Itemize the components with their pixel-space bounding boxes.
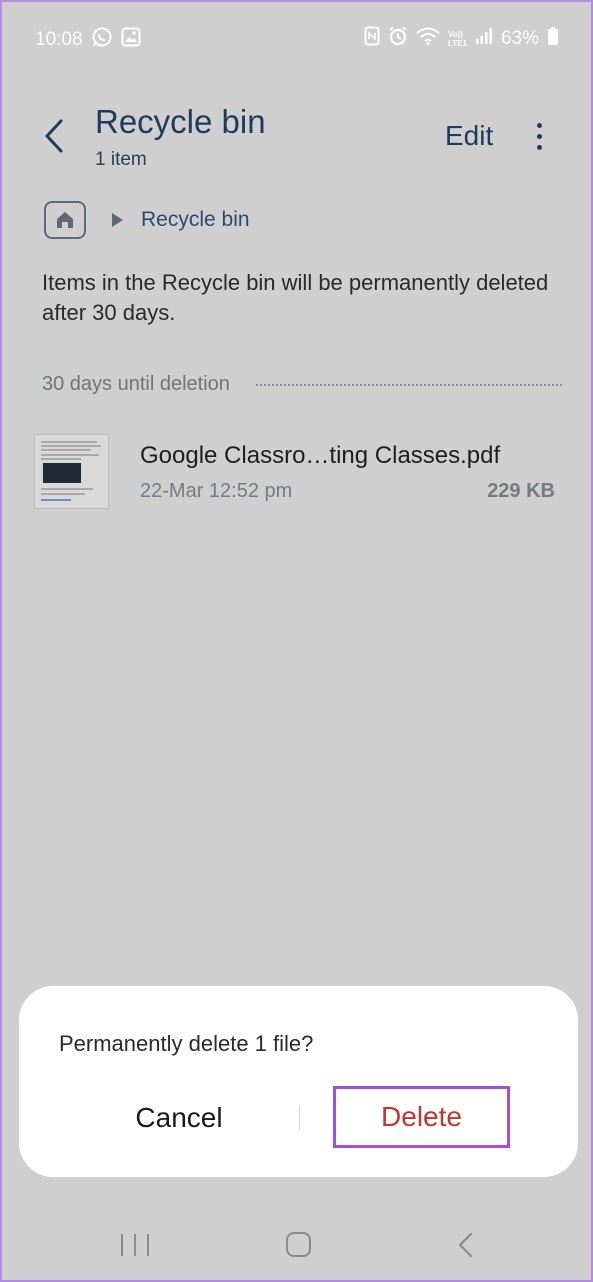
whatsapp-icon (91, 26, 113, 54)
page-title: Recycle bin (95, 103, 266, 140)
volte-bottom-label: LTE1 (448, 39, 467, 48)
home-button[interactable] (44, 201, 86, 239)
more-dot (536, 133, 542, 139)
alarm-icon (388, 26, 408, 52)
battery-icon (547, 26, 559, 52)
cancel-button[interactable]: Cancel (79, 1094, 279, 1142)
delete-confirmation-dialog: Permanently delete 1 file? Cancel Delete (19, 986, 578, 1177)
file-size: 229 KB (487, 480, 555, 502)
recents-button[interactable] (121, 1234, 149, 1256)
status-time: 10:08 (35, 29, 83, 50)
list-item[interactable]: Google Classro…ting Classes.pdf 22-Mar 1… (32, 432, 567, 512)
volte-icon: Vo)) LTE1 (448, 30, 467, 48)
edit-button[interactable]: Edit (445, 120, 493, 152)
navigation-bar (2, 1202, 591, 1280)
button-divider (299, 1105, 300, 1131)
back-button[interactable] (32, 114, 76, 158)
retention-info: Items in the Recycle bin will be permane… (42, 270, 549, 325)
screen: 10:08 Vo)) LTE1 63% Recycle bin 1 item E… (0, 0, 593, 1282)
status-left: 10:08 (35, 26, 141, 54)
breadcrumb-arrow-icon (112, 213, 123, 227)
section-divider (255, 383, 562, 386)
recents-icon (147, 1234, 149, 1256)
more-dot (536, 144, 542, 150)
volte-top-label: Vo)) (448, 30, 463, 39)
recents-icon (121, 1234, 123, 1256)
breadcrumb-current[interactable]: Recycle bin (141, 208, 250, 232)
section-header: 30 days until deletion (42, 373, 562, 396)
file-name: Google Classro…ting Classes.pdf (140, 442, 501, 469)
signal-icon (475, 27, 493, 51)
back-nav-button[interactable] (454, 1232, 478, 1258)
file-thumbnail (34, 434, 109, 509)
more-options-button[interactable] (522, 114, 556, 158)
home-icon (57, 212, 73, 228)
file-date: 22-Mar 12:52 pm (140, 480, 293, 502)
battery-percent: 63% (500, 28, 539, 49)
gallery-icon (121, 27, 141, 53)
nfc-icon (364, 26, 380, 52)
back-arrow-icon (458, 1232, 473, 1258)
chevron-left-icon (45, 119, 63, 153)
item-count: 1 item (95, 149, 147, 170)
wifi-icon (416, 27, 440, 51)
dialog-message: Permanently delete 1 file? (59, 1031, 314, 1056)
recents-icon (134, 1234, 136, 1256)
breadcrumb: Recycle bin (44, 201, 250, 239)
more-dot (536, 122, 542, 128)
status-right: Vo)) LTE1 63% (364, 26, 559, 52)
delete-button[interactable]: Delete (333, 1086, 510, 1148)
home-nav-button[interactable] (286, 1232, 311, 1257)
section-label: 30 days until deletion (42, 373, 230, 395)
status-bar: 10:08 Vo)) LTE1 63% (2, 2, 591, 74)
